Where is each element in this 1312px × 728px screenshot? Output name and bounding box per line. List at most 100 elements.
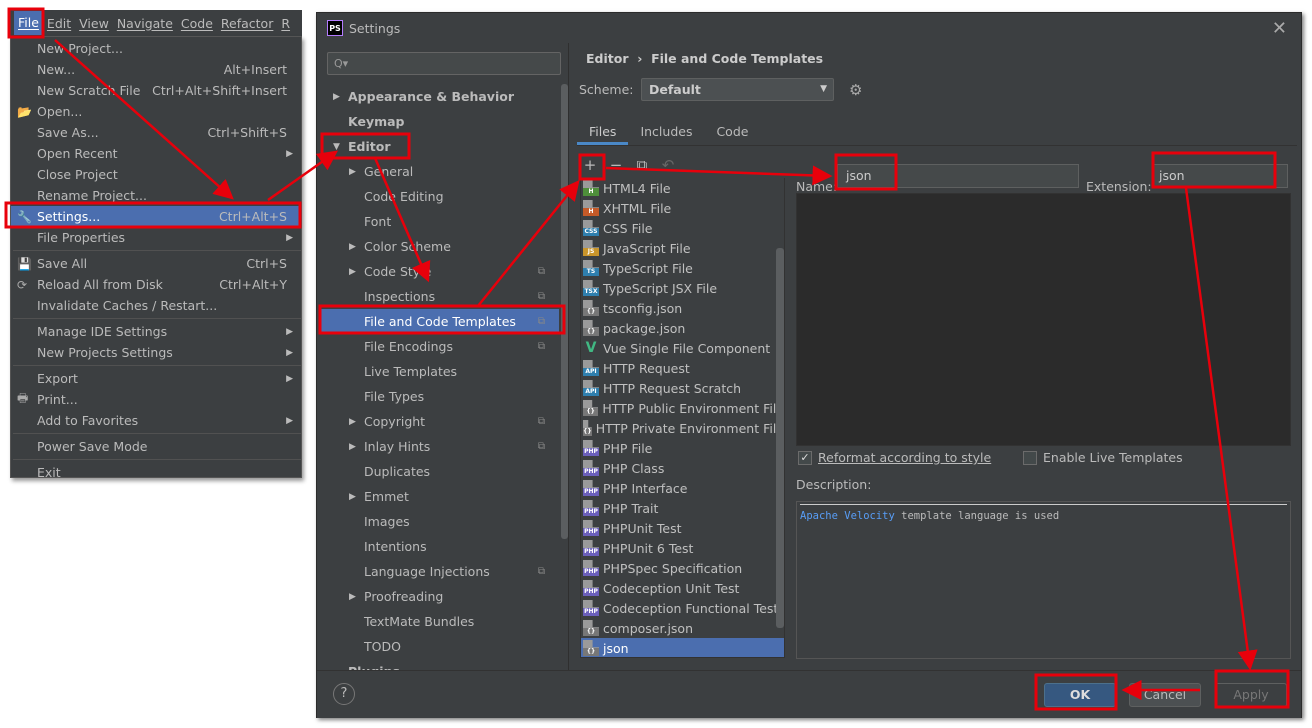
tree-item-color-scheme[interactable]: ▶ Color Scheme xyxy=(319,234,559,259)
menu-item-settings[interactable]: 🔧 Settings... Ctrl+Alt+S xyxy=(11,206,301,227)
template-item[interactable]: PHP PHP Interface xyxy=(581,478,784,498)
close-icon[interactable]: ✕ xyxy=(1272,18,1287,39)
collapsed-arrow-icon[interactable]: ▶ xyxy=(349,442,356,452)
template-item[interactable]: V Vue Single File Component xyxy=(581,338,784,358)
tab-code[interactable]: Code xyxy=(704,118,760,145)
tree-item-inlay-hints[interactable]: ▶ Inlay Hints ⧉ xyxy=(319,434,559,459)
menu-item-add-to-favorites[interactable]: Add to Favorites ▶ xyxy=(11,410,301,431)
add-icon[interactable]: + xyxy=(580,156,600,174)
collapsed-arrow-icon[interactable]: ▶ xyxy=(333,92,340,102)
template-item[interactable]: H XHTML File xyxy=(581,198,784,218)
reformat-checkbox[interactable]: ✓ Reformat according to style xyxy=(798,450,991,465)
help-button[interactable]: ? xyxy=(333,683,355,705)
menu-view[interactable]: View xyxy=(75,16,113,31)
template-item[interactable]: PHP Codeception Unit Test xyxy=(581,578,784,598)
scheme-dropdown[interactable]: Default ▼ xyxy=(641,78,834,101)
template-item[interactable]: JS JavaScript File xyxy=(581,238,784,258)
menu-item-print[interactable]: 🖶 Print... xyxy=(11,389,301,410)
template-item[interactable]: {} composer.json xyxy=(581,618,784,638)
tree-item-appearance-behavior[interactable]: ▶ Appearance & Behavior xyxy=(319,84,559,109)
template-item[interactable]: {} HTTP Private Environment File xyxy=(581,418,784,438)
tree-item-keymap[interactable]: Keymap xyxy=(319,109,559,134)
menu-code[interactable]: Code xyxy=(177,16,217,31)
collapsed-arrow-icon[interactable]: ▶ xyxy=(349,267,356,277)
tree-item-general[interactable]: ▶ General xyxy=(319,159,559,184)
menu-item-save-as[interactable]: Save As... Ctrl+Shift+S xyxy=(11,122,301,143)
menu-item-open[interactable]: 📂 Open... xyxy=(11,101,301,122)
tree-item-code-style[interactable]: ▶ Code Style ⧉ xyxy=(319,259,559,284)
template-item[interactable]: {} tsconfig.json xyxy=(581,298,784,318)
menu-item-export[interactable]: Export ▶ xyxy=(11,368,301,389)
template-item[interactable]: TS TypeScript File xyxy=(581,258,784,278)
tree-item-file-encodings[interactable]: File Encodings ⧉ xyxy=(319,334,559,359)
copy-icon[interactable]: ⧉ xyxy=(632,156,652,174)
template-item[interactable]: PHP PHP File xyxy=(581,438,784,458)
tree-item-todo[interactable]: TODO xyxy=(319,634,559,659)
menu-item-new-projects-settings[interactable]: New Projects Settings ▶ xyxy=(11,342,301,363)
tree-item-copyright[interactable]: ▶ Copyright ⧉ xyxy=(319,409,559,434)
template-item[interactable]: API HTTP Request Scratch xyxy=(581,378,784,398)
menu-item-invalidate-caches-restart[interactable]: Invalidate Caches / Restart... xyxy=(11,295,301,316)
tree-item-emmet[interactable]: ▶ Emmet xyxy=(319,484,559,509)
template-item[interactable]: {} HTTP Public Environment File xyxy=(581,398,784,418)
template-item[interactable]: PHP PHPSpec Specification xyxy=(581,558,784,578)
tree-item-font[interactable]: Font xyxy=(319,209,559,234)
template-item[interactable]: PHP PHP Trait xyxy=(581,498,784,518)
tree-item-file-types[interactable]: File Types xyxy=(319,384,559,409)
tree-item-code-editing[interactable]: Code Editing xyxy=(319,184,559,209)
template-item[interactable]: {} package.json xyxy=(581,318,784,338)
gear-icon[interactable]: ⚙ xyxy=(849,81,862,99)
template-item[interactable]: TSX TypeScript JSX File xyxy=(581,278,784,298)
extension-input[interactable]: json xyxy=(1152,164,1288,188)
template-editor[interactable] xyxy=(796,193,1291,446)
tree-item-proofreading[interactable]: ▶ Proofreading xyxy=(319,584,559,609)
settings-search-input[interactable]: Q▾ xyxy=(327,52,561,75)
menu-item-save-all[interactable]: 💾 Save All Ctrl+S xyxy=(11,253,301,274)
sidebar-scrollbar[interactable] xyxy=(561,84,568,539)
template-item[interactable]: PHP PHPUnit Test xyxy=(581,518,784,538)
tab-includes[interactable]: Includes xyxy=(628,118,704,145)
tree-item-live-templates[interactable]: Live Templates xyxy=(319,359,559,384)
name-input[interactable]: json xyxy=(837,164,1079,188)
menu-item-reload-all-from-disk[interactable]: ⟳ Reload All from Disk Ctrl+Alt+Y xyxy=(11,274,301,295)
tab-files[interactable]: Files xyxy=(577,118,629,145)
collapsed-arrow-icon[interactable]: ▶ xyxy=(349,242,356,252)
template-item[interactable]: PHP PHPUnit 6 Test xyxy=(581,538,784,558)
menu-file[interactable]: File xyxy=(14,11,43,35)
menu-edit[interactable]: Edit xyxy=(43,16,75,31)
tree-item-language-injections[interactable]: Language Injections ⧉ xyxy=(319,559,559,584)
menu-item-new[interactable]: New... Alt+Insert xyxy=(11,59,301,80)
remove-icon[interactable]: − xyxy=(606,156,626,174)
collapsed-arrow-icon[interactable]: ▶ xyxy=(349,492,356,502)
tree-item-intentions[interactable]: Intentions xyxy=(319,534,559,559)
reset-icon[interactable]: ↶ xyxy=(658,156,678,174)
menu-navigate[interactable]: Navigate xyxy=(113,16,177,31)
apply-button[interactable]: Apply xyxy=(1215,683,1287,707)
menu-item-rename-project[interactable]: Rename Project... xyxy=(11,185,301,206)
cancel-button[interactable]: Cancel xyxy=(1129,683,1201,707)
live-templates-checkbox[interactable]: Enable Live Templates xyxy=(1023,450,1183,465)
tree-item-images[interactable]: Images xyxy=(319,509,559,534)
tree-item-editor[interactable]: ▼ Editor xyxy=(319,134,559,159)
apache-velocity-link[interactable]: Apache Velocity xyxy=(800,510,895,522)
template-item[interactable]: {} json xyxy=(581,638,784,657)
ok-button[interactable]: OK xyxy=(1044,683,1116,707)
template-item[interactable]: CSS CSS File xyxy=(581,218,784,238)
expanded-arrow-icon[interactable]: ▼ xyxy=(333,142,340,152)
tree-item-inspections[interactable]: Inspections ⧉ xyxy=(319,284,559,309)
tree-item-file-and-code-templates[interactable]: File and Code Templates ⧉ xyxy=(319,309,559,334)
template-item[interactable]: PHP PHP Class xyxy=(581,458,784,478)
template-item[interactable]: PHP Codeception Functional Test xyxy=(581,598,784,618)
template-item[interactable]: API HTTP Request xyxy=(581,358,784,378)
menu-item-new-scratch-file[interactable]: New Scratch File Ctrl+Alt+Shift+Insert xyxy=(11,80,301,101)
menu-item-exit[interactable]: Exit xyxy=(11,462,301,483)
tree-item-duplicates[interactable]: Duplicates xyxy=(319,459,559,484)
collapsed-arrow-icon[interactable]: ▶ xyxy=(349,592,356,602)
template-item[interactable]: H HTML4 File xyxy=(581,178,784,198)
menu-item-new-project[interactable]: New Project... xyxy=(11,38,301,59)
collapsed-arrow-icon[interactable]: ▶ xyxy=(349,417,356,427)
menu-r[interactable]: R xyxy=(277,16,294,31)
template-list-scrollbar[interactable] xyxy=(776,248,784,628)
menu-refactor[interactable]: Refactor xyxy=(217,16,277,31)
menu-item-close-project[interactable]: Close Project xyxy=(11,164,301,185)
